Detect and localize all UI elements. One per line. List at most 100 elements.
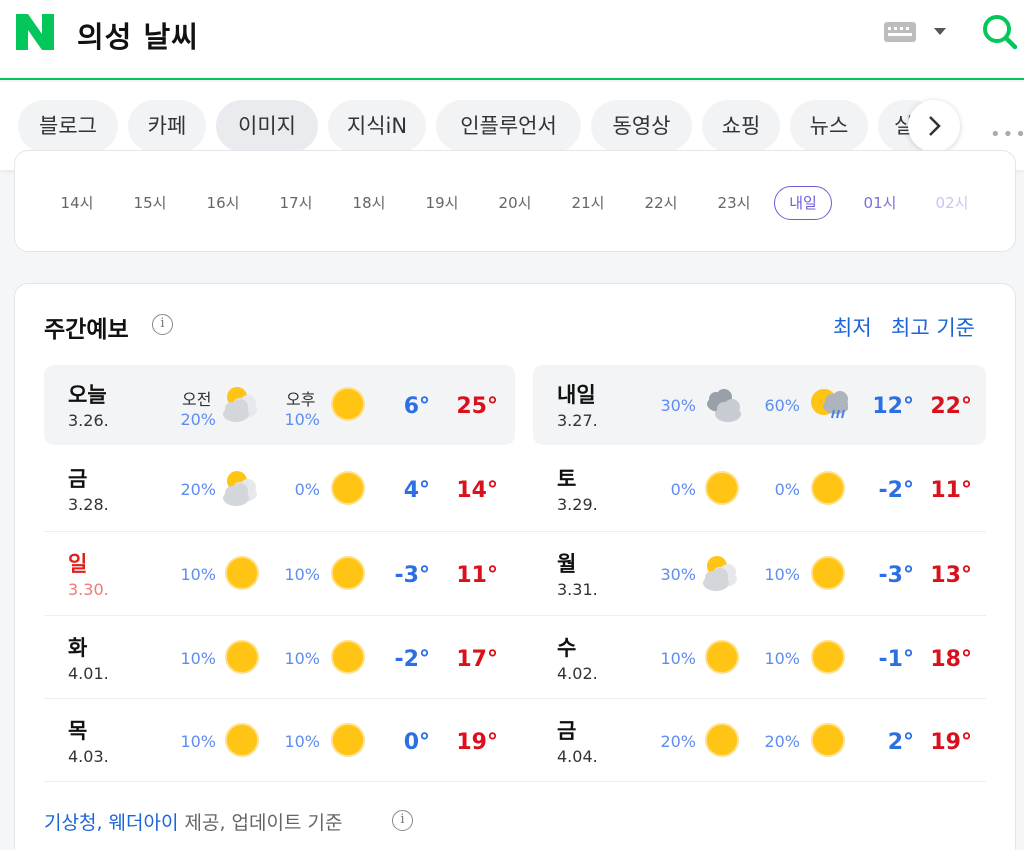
hourly-timeline: 14시 15시 16시 17시 18시 19시 20시 21시 22시 23시 …	[0, 186, 1024, 222]
sunny-icon	[331, 640, 365, 674]
naver-logo-icon[interactable]	[16, 14, 54, 50]
source-footer: 기상청, 웨더아이 제공, 업데이트 기준	[44, 808, 342, 835]
pm-rain-chance: 10%	[284, 410, 320, 429]
sunny-icon	[331, 723, 365, 757]
hour-label[interactable]: 16시	[193, 192, 253, 213]
sunny-icon	[811, 723, 845, 757]
hour-label[interactable]: 02시	[922, 192, 982, 213]
forecast-date: 4.02.	[557, 664, 598, 683]
tab-kin[interactable]: 지식iN	[328, 100, 426, 152]
am-rain-chance: 30%	[660, 396, 696, 415]
tab-image[interactable]: 이미지	[216, 100, 318, 152]
hour-label[interactable]: 20시	[485, 192, 545, 213]
search-icon[interactable]	[980, 12, 1020, 52]
high-temp: 22°	[930, 394, 972, 419]
forecast-day: 화	[68, 636, 88, 660]
am-rain-chance: 20%	[660, 732, 696, 751]
forecast-day: 목	[68, 719, 88, 743]
hour-label[interactable]: 21시	[558, 192, 618, 213]
sunny-icon	[331, 471, 365, 505]
info-icon[interactable]: i	[152, 314, 173, 335]
am-rain-chance: 10%	[660, 649, 696, 668]
high-temp: 11°	[930, 478, 972, 503]
forecast-day: 금	[557, 719, 577, 743]
info-icon[interactable]: i	[392, 810, 413, 831]
forecast-date: 3.26.	[68, 411, 109, 430]
forecast-date: 3.30.	[68, 580, 109, 599]
hour-label[interactable]: 14시	[47, 192, 107, 213]
am-rain-chance: 20%	[180, 410, 216, 429]
low-temp: -2°	[394, 647, 430, 672]
basis-high-button[interactable]: 최고 기준	[891, 312, 975, 342]
sunny-icon	[705, 723, 739, 757]
low-temp: -1°	[878, 647, 914, 672]
cloudy-icon	[707, 389, 741, 422]
high-temp: 14°	[456, 478, 498, 503]
am-rain-chance: 10%	[180, 732, 216, 751]
sunny-icon	[225, 723, 259, 757]
hour-label[interactable]: 22시	[631, 192, 691, 213]
low-temp: 4°	[403, 478, 430, 503]
row-divider	[44, 781, 986, 782]
pm-rain-chance: 0%	[294, 480, 320, 499]
forecast-day: 수	[557, 636, 577, 660]
partly-cloudy-icon	[703, 556, 737, 591]
tab-influencer[interactable]: 인플루언서	[436, 100, 581, 152]
sunny-icon	[225, 640, 259, 674]
more-dots-icon[interactable]: •••	[990, 124, 1024, 145]
tab-shopping[interactable]: 쇼핑	[702, 100, 780, 152]
tab-cafe[interactable]: 카페	[128, 100, 206, 152]
row-divider	[44, 698, 986, 699]
am-rain-chance: 0%	[670, 480, 696, 499]
forecast-date: 3.29.	[557, 495, 598, 514]
sunny-icon	[331, 387, 365, 421]
pm-rain-chance: 10%	[764, 565, 800, 584]
hour-label[interactable]: 15시	[120, 192, 180, 213]
hour-label[interactable]: 23시	[704, 192, 764, 213]
hour-label[interactable]: 19시	[412, 192, 472, 213]
high-temp: 19°	[456, 730, 498, 755]
low-temp: -3°	[394, 563, 430, 588]
tab-blog[interactable]: 블로그	[18, 100, 118, 152]
hour-label[interactable]: 17시	[266, 192, 326, 213]
forecast-date: 4.04.	[557, 747, 598, 766]
basis-low-button[interactable]: 최저	[833, 312, 872, 342]
high-temp: 25°	[456, 394, 498, 419]
forecast-day: 내일	[557, 383, 596, 407]
low-temp: -3°	[878, 563, 914, 588]
high-temp: 17°	[456, 647, 498, 672]
am-rain-chance: 10%	[180, 565, 216, 584]
high-temp: 19°	[930, 730, 972, 755]
sunny-icon	[331, 556, 365, 590]
forecast-date: 4.01.	[68, 664, 109, 683]
partly-cloudy-icon	[223, 471, 257, 506]
tab-news[interactable]: 뉴스	[790, 100, 868, 152]
pm-rain-chance: 20%	[764, 732, 800, 751]
am-rain-chance: 30%	[660, 565, 696, 584]
search-query[interactable]: 의성 날씨	[77, 14, 199, 56]
tabs-next-button[interactable]	[908, 100, 960, 152]
source-link[interactable]: 기상청, 웨더아이	[44, 812, 178, 834]
am-rain-chance: 20%	[180, 480, 216, 499]
hour-label[interactable]: 18시	[339, 192, 399, 213]
keyboard-dropdown-icon[interactable]	[934, 28, 946, 35]
forecast-day: 일	[68, 552, 88, 576]
pm-rain-chance: 10%	[284, 565, 320, 584]
low-temp: 0°	[403, 730, 430, 755]
pm-label: 오후	[286, 390, 316, 409]
sunny-icon	[811, 640, 845, 674]
forecast-date: 4.03.	[68, 747, 109, 766]
forecast-date: 3.31.	[557, 580, 598, 599]
keyboard-icon[interactable]	[884, 22, 916, 42]
sunny-icon	[225, 556, 259, 590]
hour-label[interactable]: 01시	[850, 192, 910, 213]
low-temp: -2°	[878, 478, 914, 503]
hour-label-tomorrow[interactable]: 내일	[774, 186, 832, 220]
weekly-title: 주간예보	[44, 317, 129, 343]
forecast-day: 오늘	[68, 383, 107, 407]
forecast-day: 토	[557, 467, 577, 491]
tab-video[interactable]: 동영상	[591, 100, 692, 152]
low-temp: 2°	[887, 730, 914, 755]
high-temp: 18°	[930, 647, 972, 672]
high-temp: 11°	[456, 563, 498, 588]
